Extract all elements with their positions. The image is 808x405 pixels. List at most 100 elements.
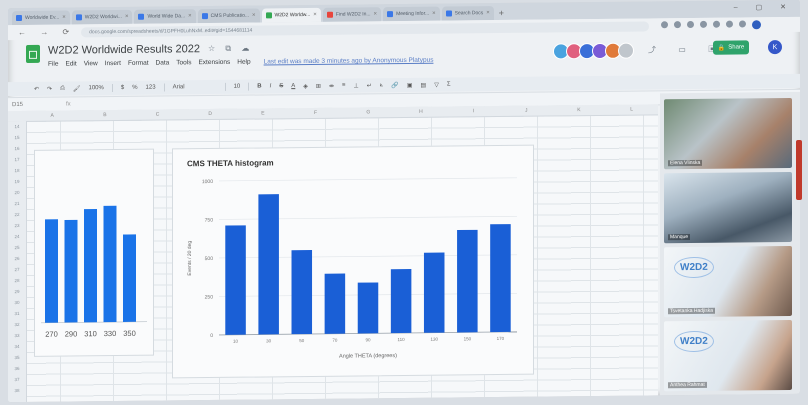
share-button[interactable]: 🔒 Share [713, 40, 749, 55]
row-header[interactable]: 28 [8, 275, 26, 286]
column-header[interactable]: F [289, 108, 342, 119]
row-header[interactable]: 14 [8, 121, 26, 132]
row-header[interactable]: 29 [8, 286, 26, 297]
participant-video-tile[interactable]: W2D2 Anthea Rahmat [664, 319, 792, 392]
close-icon[interactable]: × [486, 10, 490, 16]
row-header[interactable]: 19 [8, 176, 26, 187]
extension-icon[interactable] [700, 20, 708, 28]
participant-video-tile[interactable]: W2D2 Tsvetanka Hadjiska [664, 245, 792, 318]
row-header[interactable]: 34 [8, 341, 26, 352]
column-header[interactable]: G [342, 107, 395, 118]
extension-icon[interactable] [726, 20, 734, 28]
close-icon[interactable]: × [125, 14, 129, 20]
row-header[interactable]: 26 [8, 253, 26, 264]
row-header[interactable]: 16 [8, 143, 26, 154]
paint-format-icon[interactable]: 🖌 [73, 85, 81, 92]
row-header[interactable]: 20 [8, 187, 26, 198]
fill-color-icon[interactable]: ◈ [303, 83, 308, 90]
row-header[interactable]: 21 [8, 198, 26, 209]
strikethrough-icon[interactable]: S [279, 83, 283, 89]
row-header[interactable]: 27 [8, 264, 26, 275]
row-header[interactable]: 17 [8, 154, 26, 165]
window-controls[interactable]: – ▢ ✕ [734, 3, 794, 12]
avatar[interactable] [618, 42, 634, 59]
currency-button[interactable]: $ [121, 85, 124, 91]
row-header[interactable]: 30 [8, 297, 26, 308]
close-icon[interactable]: × [62, 15, 66, 21]
rotate-icon[interactable]: ⟀ [380, 82, 384, 89]
close-icon[interactable]: × [432, 11, 436, 17]
browser-tab[interactable]: World Wide Da... × [134, 9, 196, 24]
left-histogram-chart[interactable]: 270 290 310 330 350 [34, 148, 154, 357]
column-header[interactable]: A [26, 110, 79, 121]
menu-data[interactable]: Data [156, 59, 170, 66]
extension-icon[interactable] [687, 20, 695, 29]
browser-tab[interactable]: Meeting Infor... × [383, 6, 440, 22]
valign-icon[interactable]: ⊥ [354, 82, 359, 89]
row-header[interactable]: 24 [8, 231, 26, 242]
row-header[interactable]: 38 [8, 385, 26, 396]
browser-tab-active[interactable]: W2D2 Worldw... × [261, 7, 321, 23]
column-header[interactable]: J [500, 105, 553, 116]
italic-icon[interactable]: I [270, 83, 272, 89]
menu-file[interactable]: File [48, 61, 58, 68]
name-box[interactable]: D15 [8, 101, 62, 108]
account-avatar[interactable]: K [768, 40, 782, 55]
link-icon[interactable]: 🔗 [391, 82, 398, 89]
column-header[interactable]: K [553, 105, 606, 116]
cms-theta-histogram-chart[interactable]: CMS THETA histogram 0 250 500 750 1000 10 30 50… [172, 144, 534, 379]
row-header[interactable]: 18 [8, 165, 26, 176]
print-icon[interactable]: ⎙ [60, 85, 65, 92]
profile-icon[interactable] [752, 20, 762, 30]
filter-icon[interactable]: ▽ [434, 81, 439, 88]
row-header[interactable]: 35 [8, 352, 26, 363]
extension-icon[interactable] [661, 21, 669, 29]
column-header[interactable]: E [237, 108, 290, 119]
number-format-button[interactable]: 123 [146, 85, 156, 91]
column-header[interactable]: I [447, 106, 500, 117]
menu-format[interactable]: Format [128, 60, 149, 67]
font-size-select[interactable]: 10 [234, 84, 241, 90]
zoom-select[interactable]: 100% [89, 85, 104, 91]
comment-icon[interactable]: ▣ [407, 81, 413, 88]
corner-cell[interactable] [8, 111, 26, 121]
close-icon[interactable]: × [188, 13, 192, 19]
menu-extensions[interactable]: Extensions [198, 59, 230, 66]
row-header[interactable]: 25 [8, 242, 26, 253]
row-header[interactable]: 15 [8, 132, 26, 143]
menu-help[interactable]: Help [237, 59, 250, 66]
row-header[interactable]: 22 [8, 209, 26, 220]
browser-tab[interactable]: W2D2 Worldwi... × [71, 9, 133, 25]
borders-icon[interactable]: ⊞ [316, 82, 321, 89]
font-select[interactable]: Arial [173, 84, 217, 90]
navigation-icons[interactable]: ← → ⟳ [18, 27, 75, 37]
row-header[interactable]: 37 [8, 374, 26, 385]
extension-icon[interactable] [674, 21, 682, 29]
merge-cells-icon[interactable]: ⇹ [329, 82, 334, 89]
row-header[interactable]: 33 [8, 330, 26, 341]
close-icon[interactable]: × [313, 12, 317, 18]
row-header[interactable]: 31 [8, 308, 26, 319]
extension-icon[interactable] [713, 20, 721, 28]
column-header[interactable]: D [184, 109, 237, 120]
column-header[interactable]: B [79, 110, 132, 121]
browser-tab[interactable]: Worldwide Ev... × [12, 10, 70, 26]
document-title[interactable]: W2D2 Worldwide Results 2022 [48, 43, 200, 57]
menu-insert[interactable]: Insert [105, 60, 121, 67]
last-edit-link[interactable]: Last edit was made 3 minutes ago by Anon… [264, 57, 434, 66]
functions-icon[interactable]: Σ [447, 82, 451, 88]
browser-tab[interactable]: CMS Publicatio... × [197, 8, 260, 24]
row-header[interactable]: 23 [8, 220, 26, 231]
row-header[interactable]: 32 [8, 319, 26, 330]
menu-edit[interactable]: Edit [65, 60, 76, 67]
column-header[interactable]: L [605, 104, 658, 115]
title-icons[interactable]: ☆ ⧉ ☁ [208, 44, 253, 54]
column-header[interactable]: C [131, 109, 184, 120]
menu-tools[interactable]: Tools [176, 59, 191, 66]
redo-icon[interactable]: ↷ [47, 85, 52, 92]
text-color-icon[interactable]: A [291, 83, 295, 89]
sheets-logo-icon[interactable] [26, 44, 40, 63]
extension-icon[interactable] [739, 20, 747, 28]
close-icon[interactable]: × [252, 13, 256, 19]
close-icon[interactable]: × [374, 11, 378, 17]
